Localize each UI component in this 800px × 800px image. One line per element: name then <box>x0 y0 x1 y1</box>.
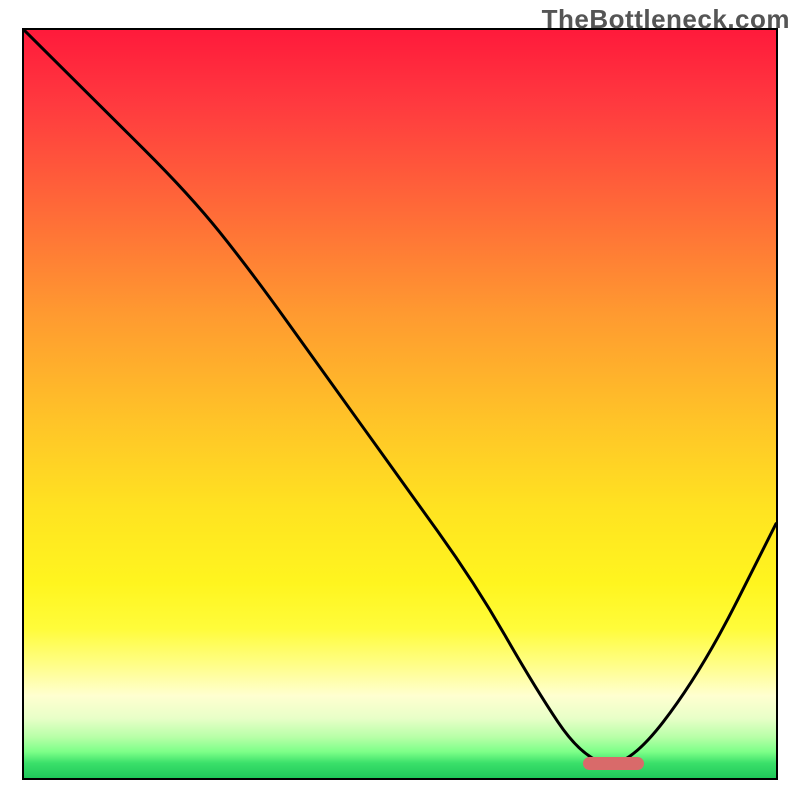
chart-frame: TheBottleneck.com <box>0 0 800 800</box>
watermark-text: TheBottleneck.com <box>542 4 790 35</box>
bottleneck-curve-svg <box>24 30 776 778</box>
bottleneck-curve-path <box>24 30 776 764</box>
bottleneck-chart <box>22 28 778 780</box>
optimal-range-marker <box>583 757 643 770</box>
